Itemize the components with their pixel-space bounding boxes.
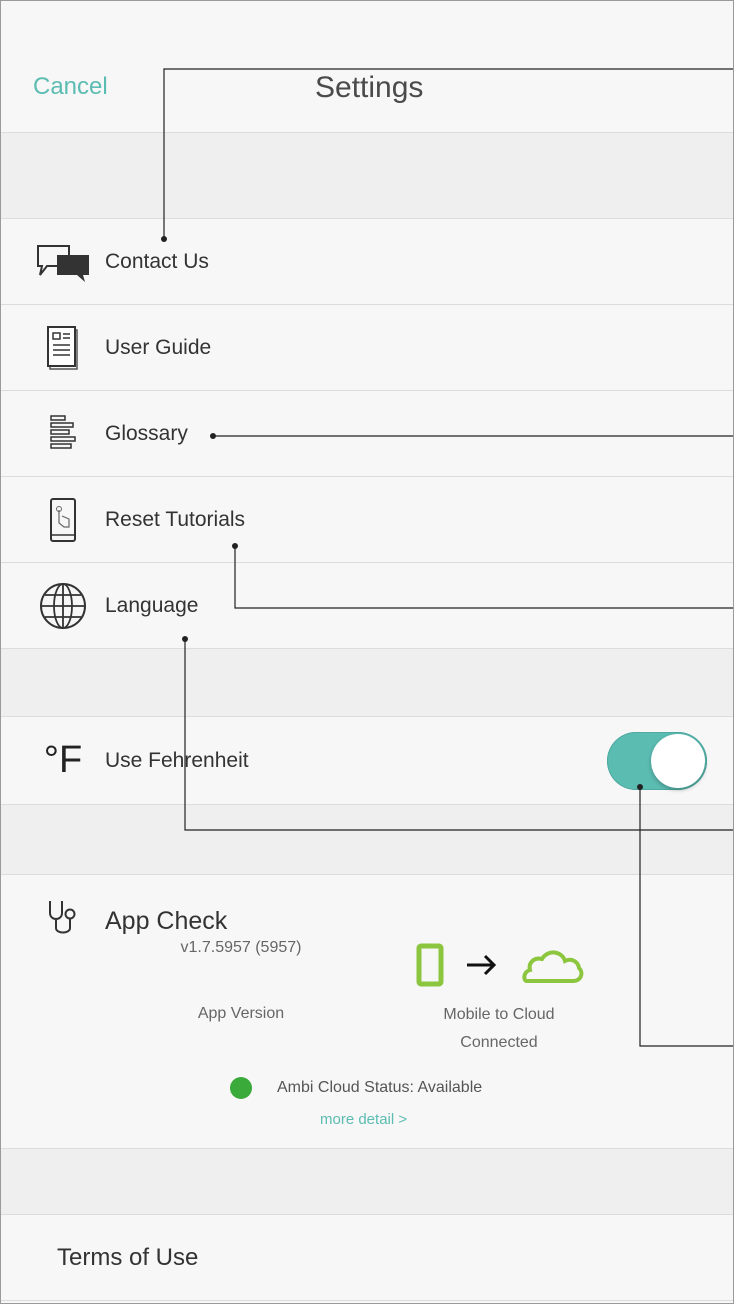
menu-item-label: User Guide <box>105 336 212 359</box>
fahrenheit-icon: °F <box>43 738 83 781</box>
section-spacer <box>1 133 733 219</box>
mobile-icon <box>416 943 444 987</box>
settings-screen: Cancel Settings Contact Us User Guide Gl… <box>0 0 734 1304</box>
menu-item-label: Reset Tutorials <box>105 508 246 531</box>
arrow-right-icon <box>467 954 497 976</box>
mobile-to-cloud-graphic <box>413 943 593 991</box>
app-version-value: v1.7.5957 (5957) <box>180 939 302 956</box>
menu-item-label: Contact Us <box>105 250 209 273</box>
fahrenheit-toggle[interactable] <box>607 732 707 790</box>
section-spacer <box>1 649 733 717</box>
chat-bubbles-icon <box>35 219 91 305</box>
menu-item-label: Glossary <box>105 422 188 445</box>
page-title: Settings <box>315 71 424 104</box>
document-icon <box>35 305 91 391</box>
globe-icon <box>35 563 91 649</box>
app-check-title: App Check <box>105 907 228 935</box>
connection-label-line2: Connected <box>460 1034 538 1051</box>
menu-item-reset-tutorials[interactable]: Reset Tutorials <box>1 477 733 563</box>
app-check-section: App Check v1.7.5957 (5957) App Version M… <box>1 875 733 1149</box>
menu-item-language[interactable]: Language <box>1 563 733 649</box>
menu-item-user-guide[interactable]: User Guide <box>1 305 733 391</box>
menu-item-contact-us[interactable]: Contact Us <box>1 219 733 305</box>
cancel-button[interactable]: Cancel <box>33 73 108 101</box>
stethoscope-icon <box>45 897 85 942</box>
section-spacer <box>1 1149 733 1215</box>
nav-bar: Cancel Settings <box>1 1 733 133</box>
app-version-label: App Version <box>197 1005 285 1022</box>
status-indicator-dot <box>230 1077 252 1099</box>
menu-item-label: Language <box>105 594 199 617</box>
fahrenheit-label: Use Fehrenheit <box>105 749 249 772</box>
phone-tap-icon <box>35 477 91 563</box>
connection-status-label: Mobile to Cloud Connected <box>411 1001 587 1057</box>
cloud-status-text: Ambi Cloud Status: Available <box>277 1079 483 1096</box>
menu-item-glossary[interactable]: Glossary <box>1 391 733 477</box>
terms-of-use-label: Terms of Use <box>57 1244 199 1271</box>
connection-label-line1: Mobile to Cloud <box>443 1006 555 1023</box>
more-detail-link[interactable]: more detail > <box>320 1111 407 1128</box>
list-icon <box>35 391 91 477</box>
terms-of-use-row[interactable]: Terms of Use <box>1 1215 733 1301</box>
toggle-knob <box>651 734 705 788</box>
cloud-icon <box>522 950 584 983</box>
section-spacer <box>1 805 733 875</box>
